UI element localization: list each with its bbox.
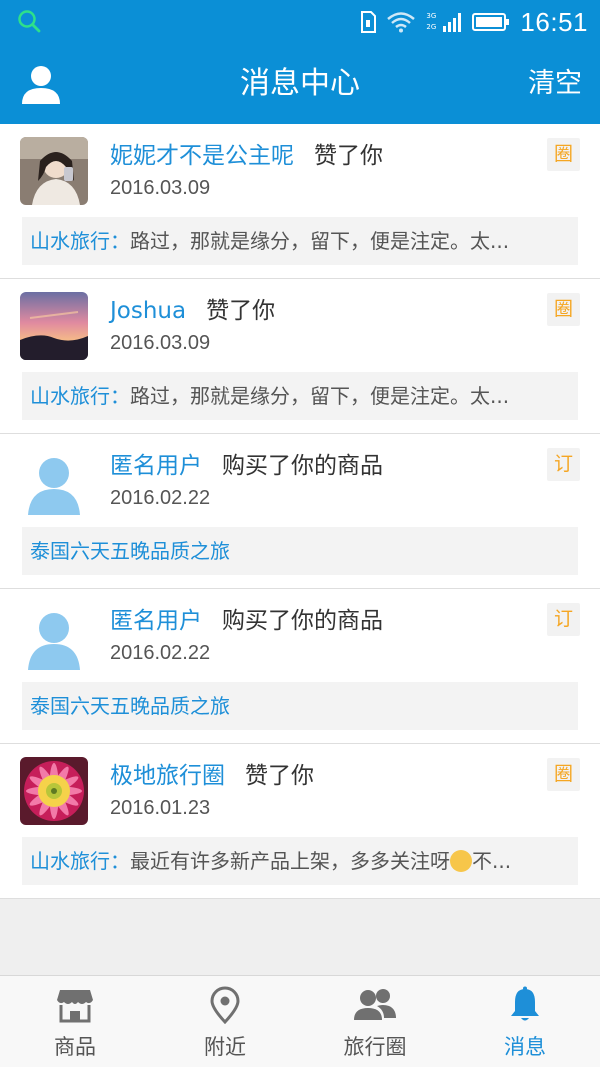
message-date: 2016.02.22 — [110, 487, 211, 509]
anonymous-avatar-icon[interactable] — [20, 447, 88, 515]
search-icon — [18, 10, 41, 33]
message-user-name[interactable]: 极地旅行圈 — [110, 763, 225, 789]
sim-card-icon — [361, 11, 377, 33]
page-title: 消息中心 — [240, 66, 360, 101]
battery-icon — [472, 13, 510, 31]
clock: 16:51 — [520, 6, 588, 37]
message-action: 赞了你 — [245, 763, 314, 789]
quote-suffix: 不... — [472, 849, 512, 873]
message-action: 赞了你 — [314, 143, 383, 169]
tab-products[interactable]: 商品 — [0, 976, 150, 1067]
message-date: 2016.02.22 — [110, 642, 211, 664]
people-icon — [354, 989, 396, 1020]
quote-text: 路过，那就是缘分，留下，便是注定。太... — [130, 229, 510, 253]
message-user-line: 妮妮才不是公主呢 赞了你 — [110, 136, 383, 170]
message-action: 购买了你的商品 — [222, 453, 383, 479]
message-user-line: 匿名用户 购买了你的商品 — [110, 446, 383, 480]
message-type-tag: 订 — [547, 448, 580, 481]
shop-icon — [57, 990, 93, 1023]
clear-button[interactable]: 清空 — [528, 44, 582, 124]
tab-label: 消息 — [504, 1035, 546, 1059]
signal-label-2g: 2G — [426, 23, 437, 31]
message-quote[interactable]: 泰国六天五晚品质之旅 — [22, 527, 578, 575]
message-type-tag: 订 — [547, 603, 580, 636]
quote-text: 最近有许多新产品上架，多多关注呀 — [130, 849, 450, 873]
message-type-tag: 圈 — [547, 138, 580, 171]
tab-messages[interactable]: 消息 — [450, 976, 600, 1067]
message-user-line: 匿名用户 购买了你的商品 — [110, 601, 383, 635]
message-item[interactable]: 匿名用户 购买了你的商品 2016.02.22 订 泰国六天五晚品质之旅 — [0, 434, 600, 589]
message-user-line: 极地旅行圈 赞了你 — [110, 756, 314, 790]
message-quote[interactable]: 山水旅行：路过，那就是缘分，留下，便是注定。太... — [22, 372, 578, 420]
message-type-tag: 圈 — [547, 758, 580, 791]
tab-travel-circle[interactable]: 旅行圈 — [300, 976, 450, 1067]
message-item[interactable]: Joshua 赞了你 2016.03.09 圈 山水旅行：路过，那就是缘分，留下，… — [0, 279, 600, 434]
message-quote[interactable]: 山水旅行：最近有许多新产品上架，多多关注呀 不... — [22, 837, 578, 885]
message-action: 购买了你的商品 — [222, 608, 383, 634]
quote-source: 泰国六天五晚品质之旅 — [30, 694, 230, 718]
tab-label: 旅行圈 — [343, 1035, 407, 1059]
quote-source: 山水旅行： — [30, 384, 130, 408]
message-type-tag: 圈 — [547, 293, 580, 326]
message-quote[interactable]: 泰国六天五晚品质之旅 — [22, 682, 578, 730]
message-date: 2016.01.23 — [110, 797, 211, 819]
message-item[interactable]: 妮妮才不是公主呢 赞了你 2016.03.09 圈 山水旅行：路过，那就是缘分，留… — [0, 124, 600, 279]
bell-icon — [511, 986, 539, 1021]
message-user-name[interactable]: Joshua — [110, 298, 186, 324]
status-bar: 3G 2G 16:51 — [0, 0, 600, 44]
tab-nearby[interactable]: 附近 — [150, 976, 300, 1067]
message-quote[interactable]: 山水旅行：路过，那就是缘分，留下，便是注定。太... — [22, 217, 578, 265]
user-avatar[interactable] — [20, 137, 88, 205]
message-user-name[interactable]: 妮妮才不是公主呢 — [110, 143, 294, 169]
bottom-tab-bar: 商品 附近 旅行圈 消息 — [0, 975, 600, 1067]
message-list: 妮妮才不是公主呢 赞了你 2016.03.09 圈 山水旅行：路过，那就是缘分，留… — [0, 124, 600, 899]
signal-label-3g: 3G — [426, 12, 437, 20]
quote-source: 山水旅行： — [30, 229, 130, 253]
location-pin-icon — [210, 986, 240, 1024]
message-item[interactable]: 极地旅行圈 赞了你 2016.01.23 圈 山水旅行：最近有许多新产品上架，多多… — [0, 744, 600, 899]
anonymous-avatar-icon[interactable] — [20, 602, 88, 670]
tab-label: 附近 — [204, 1035, 246, 1059]
message-action: 赞了你 — [206, 298, 276, 324]
quote-source: 泰国六天五晚品质之旅 — [30, 539, 230, 563]
quote-text: 路过，那就是缘分，留下，便是注定。太... — [130, 384, 510, 408]
signal-indicator: 3G 2G — [426, 10, 462, 34]
app-header: 消息中心 清空 — [0, 44, 600, 124]
wink-emoji-icon — [450, 850, 472, 872]
message-user-name[interactable]: 匿名用户 — [110, 453, 202, 479]
wifi-icon — [387, 12, 416, 33]
tab-label: 商品 — [54, 1035, 96, 1059]
message-date: 2016.03.09 — [110, 177, 211, 199]
message-user-line: Joshua 赞了你 — [110, 291, 275, 325]
message-item[interactable]: 匿名用户 购买了你的商品 2016.02.22 订 泰国六天五晚品质之旅 — [0, 589, 600, 744]
signal-icon — [443, 13, 462, 32]
user-avatar[interactable] — [20, 757, 88, 825]
quote-source: 山水旅行： — [30, 849, 130, 873]
user-avatar[interactable] — [20, 292, 88, 360]
message-user-name[interactable]: 匿名用户 — [110, 608, 202, 634]
message-date: 2016.03.09 — [110, 332, 211, 354]
